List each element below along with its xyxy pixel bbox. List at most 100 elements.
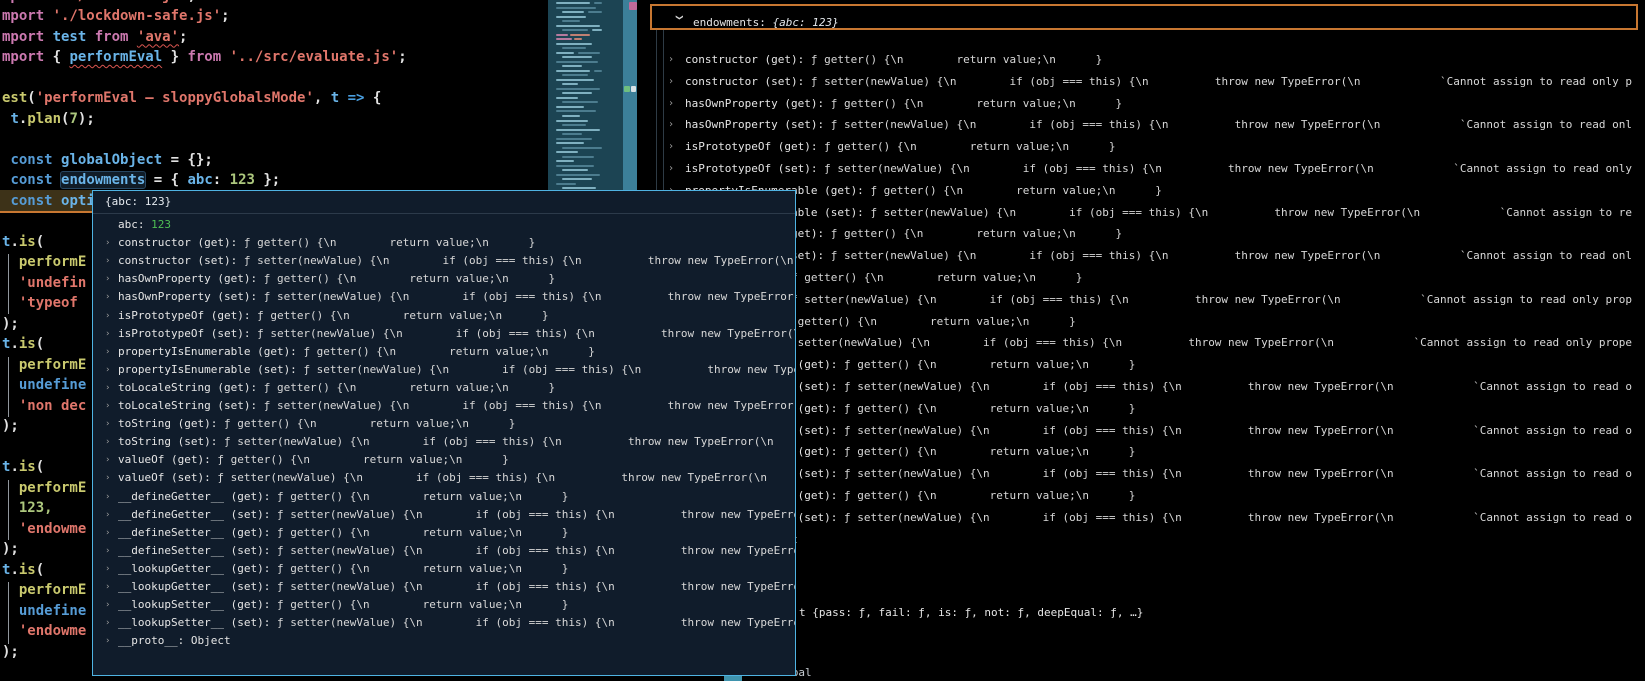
code-line[interactable]: );	[2, 539, 19, 560]
isPrototypeOf-get-row[interactable]: › isPrototypeOf (get): ƒ getter() {\n ret…	[93, 307, 795, 325]
code-line[interactable]: 'non dec	[2, 396, 86, 417]
chevron-right-icon[interactable]: ›	[105, 397, 110, 415]
chevron-right-icon[interactable]: ›	[105, 361, 110, 379]
code-line[interactable]: const opti	[2, 191, 94, 212]
chevron-down-icon[interactable]: ❯	[674, 14, 685, 20]
minimap[interactable]	[548, 0, 623, 195]
hasOwnProperty-set-row[interactable]: › hasOwnProperty (set): ƒ setter(newValue…	[93, 288, 795, 306]
constructor-set-row[interactable]: › constructor (set): ƒ setter(newValue) {…	[93, 252, 795, 270]
code-line[interactable]: t.is(	[2, 334, 44, 355]
code-line[interactable]: t.is(	[2, 560, 44, 581]
minimap-line-mark	[556, 160, 574, 162]
code-line[interactable]: performE	[2, 580, 86, 601]
valueOf-set-row[interactable]: ›valueOf (set): ƒ setter(newValue) {\n i…	[93, 469, 795, 487]
toLocaleString-get-row[interactable]: ›toLocaleString (get): ƒ getter() {\n re…	[93, 379, 795, 397]
chevron-right-icon[interactable]: ›	[105, 252, 110, 270]
code-line[interactable]: undefine	[2, 375, 86, 396]
code-line[interactable]: t.is(	[2, 457, 44, 478]
__defineSetter__-get-row[interactable]: ›__defineSetter__ (get): ƒ getter() {\n …	[93, 524, 795, 542]
propertyIsEnumerable-set-row[interactable]: ›propertyIsEnumerable (set): ƒ setter(ne…	[93, 361, 795, 379]
chevron-right-icon[interactable]: ›	[668, 136, 674, 158]
chevron-right-icon[interactable]: ›	[105, 524, 110, 542]
chevron-right-icon[interactable]: ›	[105, 469, 110, 487]
code-line[interactable]: undefine	[2, 601, 86, 622]
code-line[interactable]: const globalObject = {};	[2, 150, 212, 171]
t-variable-row[interactable]: t {pass: ƒ, fail: ƒ, is: ƒ, not: ƒ, deep…	[799, 602, 1645, 624]
chevron-right-icon[interactable]: ›	[105, 506, 110, 524]
__defineSetter__-set-row[interactable]: ›__defineSetter__ (set): ƒ setter(newVal…	[93, 542, 795, 560]
code-line[interactable]: t.is(	[2, 232, 44, 253]
chevron-right-icon[interactable]: ›	[105, 451, 110, 469]
code-line[interactable]: performE	[2, 478, 86, 499]
chevron-right-icon[interactable]: ›	[668, 158, 674, 180]
code-line[interactable]: 'undefin	[2, 273, 86, 294]
code-line[interactable]: 123,	[2, 498, 53, 519]
code-line[interactable]: );	[2, 642, 19, 663]
chevron-right-icon[interactable]: ›	[105, 270, 110, 288]
code-line[interactable]: t.plan(7);	[2, 109, 94, 130]
__lookupGetter__-set-row[interactable]: ›__lookupGetter__ (set): ƒ setter(newVal…	[93, 578, 795, 596]
code-line[interactable]: est('performEval — sloppyGlobalsMode', t…	[2, 88, 381, 109]
chevron-right-icon[interactable]: ›	[105, 488, 110, 506]
code-line[interactable]: performE	[2, 355, 86, 376]
chevron-right-icon[interactable]: ›	[668, 114, 674, 136]
isPrototypeOf-set-row[interactable]: › isPrototypeOf (set): ƒ setter(newValue)…	[637, 158, 1632, 180]
__lookupSetter__-get-row[interactable]: ›__lookupSetter__ (get): ƒ getter() {\n …	[93, 596, 795, 614]
chevron-right-icon[interactable]: ›	[105, 560, 110, 578]
chevron-right-icon[interactable]: ›	[105, 325, 110, 343]
constructor-get-row[interactable]: › constructor (get): ƒ getter() {\n retur…	[93, 234, 795, 252]
constructor-set-row[interactable]: › constructor (set): ƒ setter(newValue) {…	[637, 71, 1632, 93]
chevron-right-icon[interactable]: ›	[105, 542, 110, 560]
chevron-right-icon[interactable]: ›	[668, 49, 674, 71]
endowments-variable-row[interactable]: ❯ endowments: {abc: 123}	[650, 4, 1638, 30]
code-line[interactable]: performE	[2, 252, 86, 273]
minimap-line-mark	[562, 65, 582, 67]
__lookupSetter__-set-row[interactable]: ›__lookupSetter__ (set): ƒ setter(newVal…	[93, 614, 795, 632]
chevron-right-icon[interactable]: ›	[105, 614, 110, 632]
chevron-right-icon[interactable]: ›	[105, 596, 110, 614]
chevron-right-icon[interactable]: ›	[105, 578, 110, 596]
code-line[interactable]: mport { performEval } from '../src/evalu…	[2, 47, 407, 68]
abc-variable-row[interactable]: abc: 123	[637, 28, 1632, 50]
abc-hover-row[interactable]: abc: 123	[93, 216, 795, 234]
constructor-get-row[interactable]: › constructor (get): ƒ getter() {\n retur…	[637, 49, 1632, 71]
chevron-right-icon[interactable]: ›	[105, 234, 110, 252]
__proto__: -row[interactable]: ›__proto__: Object	[93, 632, 795, 650]
__defineGetter__-get-row[interactable]: ›__defineGetter__ (get): ƒ getter() {\n …	[93, 488, 795, 506]
chevron-right-icon[interactable]: ›	[105, 379, 110, 397]
valueOf-get-row[interactable]: ›valueOf (get): ƒ getter() {\n return va…	[93, 451, 795, 469]
chevron-right-icon[interactable]: ›	[668, 71, 674, 93]
code-line[interactable]: );	[2, 416, 19, 437]
chevron-right-icon[interactable]: ›	[105, 343, 110, 361]
code-line[interactable]: 'endowme	[2, 519, 86, 540]
code-line[interactable]: const endowments = { abc: 123 };	[2, 170, 280, 191]
minimap-line-mark	[556, 70, 590, 72]
chevron-right-icon[interactable]: ›	[105, 415, 110, 433]
__defineGetter__-set-row[interactable]: ›__defineGetter__ (set): ƒ setter(newVal…	[93, 506, 795, 524]
toString-set-row[interactable]: ›toString (set): ƒ setter(newValue) {\n …	[93, 433, 795, 451]
editor-scrollbar[interactable]	[623, 0, 637, 195]
code-line[interactable]: mport './lockdown-safe.js';	[2, 6, 230, 27]
hasOwnProperty-get-row[interactable]: › hasOwnProperty (get): ƒ getter() {\n re…	[93, 270, 795, 288]
chevron-right-icon[interactable]: ›	[105, 288, 110, 306]
chevron-right-icon[interactable]: ›	[105, 433, 110, 451]
chevron-right-icon[interactable]: ›	[105, 307, 110, 325]
hasOwnProperty-set-row[interactable]: › hasOwnProperty (set): ƒ setter(newValue…	[637, 114, 1632, 136]
code-line[interactable]: 'typeof	[2, 293, 78, 314]
isPrototypeOf-set-row[interactable]: › isPrototypeOf (set): ƒ setter(newValue)…	[93, 325, 795, 343]
minimap-line-mark	[556, 2, 590, 4]
__lookupGetter__-get-row[interactable]: ›__lookupGetter__ (get): ƒ getter() {\n …	[93, 560, 795, 578]
toLocaleString-set-row[interactable]: ›toLocaleString (set): ƒ setter(newValue…	[93, 397, 795, 415]
minimap-line-mark	[562, 124, 586, 126]
isPrototypeOf-get-row[interactable]: › isPrototypeOf (get): ƒ getter() {\n ret…	[637, 136, 1632, 158]
minimap-line-mark	[556, 43, 592, 45]
code-line[interactable]: );	[2, 314, 19, 335]
code-line[interactable]: 'endowme	[2, 621, 86, 642]
hasOwnProperty-get-row[interactable]: › hasOwnProperty (get): ƒ getter() {\n re…	[637, 93, 1632, 115]
code-line[interactable]: mport test from 'ava';	[2, 27, 187, 48]
chevron-right-icon[interactable]: ›	[668, 93, 674, 115]
propertyIsEnumerable-get-row[interactable]: ›propertyIsEnumerable (get): ƒ getter() …	[93, 343, 795, 361]
toString-get-row[interactable]: ›toString (get): ƒ getter() {\n return v…	[93, 415, 795, 433]
chevron-right-icon[interactable]: ›	[105, 632, 110, 650]
tooltip-separator	[93, 213, 795, 214]
